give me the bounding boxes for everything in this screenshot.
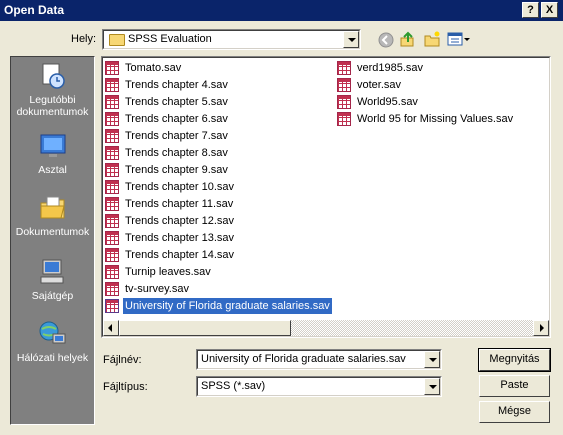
place-label: Legutóbbi [29, 94, 76, 106]
filename-input[interactable]: University of Florida graduate salaries.… [201, 353, 406, 365]
file-name: Trends chapter 6.sav [125, 113, 228, 125]
spss-file-icon [105, 112, 119, 126]
spss-file-icon [105, 78, 119, 92]
place-label: Sajátgép [31, 290, 74, 302]
spss-file-icon [337, 112, 351, 126]
my-documents-icon [40, 196, 65, 219]
help-button[interactable]: ? [522, 2, 539, 18]
spss-file-icon [105, 95, 119, 109]
filename-combo[interactable]: University of Florida graduate salaries.… [196, 349, 442, 370]
file-list[interactable]: Tomato.sav Trends chapter 4.sav Trends cha… [101, 56, 551, 338]
file-name: Trends chapter 4.sav [125, 79, 228, 91]
horizontal-scrollbar[interactable] [103, 320, 549, 336]
spss-file-icon [105, 129, 119, 143]
location-combo[interactable]: SPSS Evaluation [102, 29, 361, 50]
spss-file-icon [337, 61, 351, 75]
place-label: Dokumentumok [15, 226, 90, 238]
place-network[interactable]: Hálózati helyek [11, 319, 94, 364]
scroll-right-button[interactable] [533, 320, 549, 336]
place-label: dokumentumok [16, 106, 89, 118]
place-label: Hálózati helyek [16, 352, 89, 364]
places-bar: Legutóbbi dokumentumok Asztal Dokumentum… [10, 56, 95, 425]
desktop-icon [40, 134, 65, 157]
location-dropdown-button[interactable] [343, 31, 359, 48]
window-title: Open Data [4, 3, 65, 17]
scroll-left-button[interactable] [103, 320, 119, 336]
file-name: Trends chapter 5.sav [125, 96, 228, 108]
my-computer-icon [40, 259, 63, 284]
spss-file-icon [105, 214, 119, 228]
file-name: Trends chapter 8.sav [125, 147, 228, 159]
spss-file-icon [105, 146, 119, 160]
close-button[interactable]: X [541, 2, 558, 18]
file-name: tv-survey.sav [125, 283, 189, 295]
scroll-thumb[interactable] [119, 320, 291, 336]
file-name: Turnip leaves.sav [125, 266, 211, 278]
back-icon[interactable] [377, 31, 395, 49]
file-name: Trends chapter 9.sav [125, 164, 228, 176]
file-name: Trends chapter 7.sav [125, 130, 228, 142]
file-name: Tomato.sav [125, 62, 182, 74]
spss-file-icon [105, 231, 119, 245]
spss-file-icon [105, 61, 119, 75]
file-name: verd1985.sav [357, 62, 424, 74]
location-value: SPSS Evaluation [128, 33, 212, 45]
file-name: Trends chapter 14.sav [125, 249, 235, 261]
network-places-icon [39, 321, 65, 344]
recent-documents-icon [42, 63, 65, 89]
filename-dropdown-button[interactable] [424, 351, 440, 368]
title-bar: Open Data ? X [0, 0, 563, 21]
spss-file-icon [337, 95, 351, 109]
open-button[interactable]: Megnyitás [478, 348, 551, 372]
view-menu-icon[interactable] [447, 30, 471, 48]
file-name: Trends chapter 10.sav [125, 181, 235, 193]
place-my-documents[interactable]: Dokumentumok [11, 193, 94, 238]
spss-file-icon [105, 265, 119, 279]
spss-file-icon [105, 180, 119, 194]
file-name: University of Florida graduate salaries.… [123, 298, 332, 314]
spss-file-icon [337, 78, 351, 92]
filename-label: Fájlnév: [103, 354, 142, 366]
paste-button[interactable]: Paste [479, 375, 550, 397]
spss-file-icon [105, 282, 119, 296]
file-name: Trends chapter 13.sav [125, 232, 235, 244]
file-name: Trends chapter 12.sav [125, 215, 235, 227]
up-folder-icon[interactable] [399, 30, 417, 48]
place-desktop[interactable]: Asztal [11, 131, 94, 176]
filetype-value: SPSS (*.sav) [201, 380, 266, 392]
file-name: voter.sav [357, 79, 402, 91]
place-my-computer[interactable]: Sajátgép [11, 257, 94, 302]
folder-icon [109, 34, 125, 46]
spss-file-icon [105, 163, 119, 177]
spss-file-icon [105, 299, 119, 313]
file-name: Trends chapter 11.sav [125, 198, 234, 210]
location-label: Hely: [71, 33, 97, 45]
new-folder-icon[interactable] [423, 30, 441, 48]
place-recent-documents[interactable]: Legutóbbi dokumentumok [11, 61, 94, 118]
file-name: World 95 for Missing Values.sav [357, 113, 514, 125]
filetype-combo[interactable]: SPSS (*.sav) [196, 376, 442, 397]
spss-file-icon [105, 248, 119, 262]
filetype-dropdown-button[interactable] [424, 378, 440, 395]
file-name: World95.sav [357, 96, 418, 108]
filetype-label: Fájltípus: [103, 381, 148, 393]
cancel-button[interactable]: Mégse [479, 401, 550, 423]
place-label: Asztal [38, 164, 67, 176]
spss-file-icon [105, 197, 119, 211]
